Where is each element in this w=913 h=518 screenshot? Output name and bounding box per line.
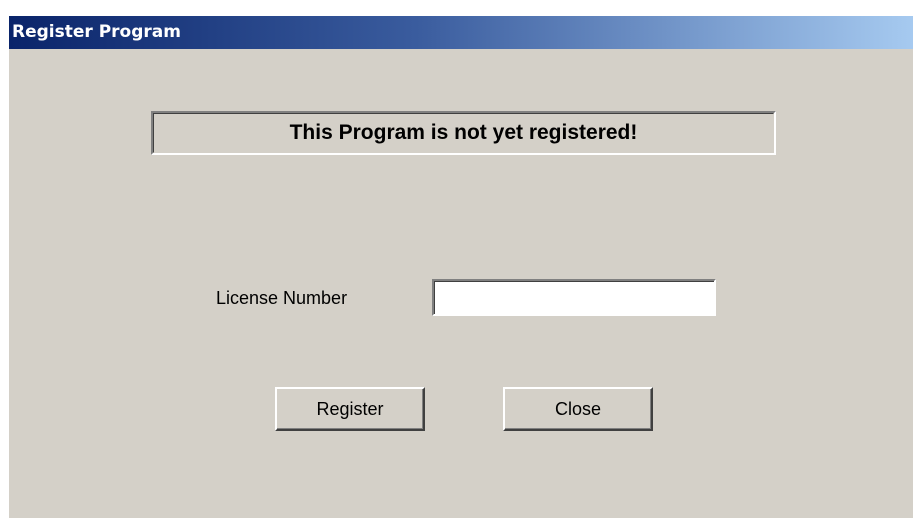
license-number-label: License Number — [216, 288, 348, 308]
registration-status-panel: This Program is not yet registered! — [151, 111, 776, 155]
register-program-dialog: Register Program This Program is not yet… — [9, 16, 913, 518]
license-number-input[interactable] — [432, 279, 716, 316]
registration-status-message: This Program is not yet registered! — [289, 121, 638, 144]
register-button[interactable]: Register — [275, 387, 425, 431]
registration-status-inner: This Program is not yet registered! — [153, 113, 774, 153]
window-title: Register Program — [12, 22, 181, 42]
close-button[interactable]: Close — [503, 387, 653, 431]
title-bar[interactable]: Register Program — [9, 16, 913, 49]
